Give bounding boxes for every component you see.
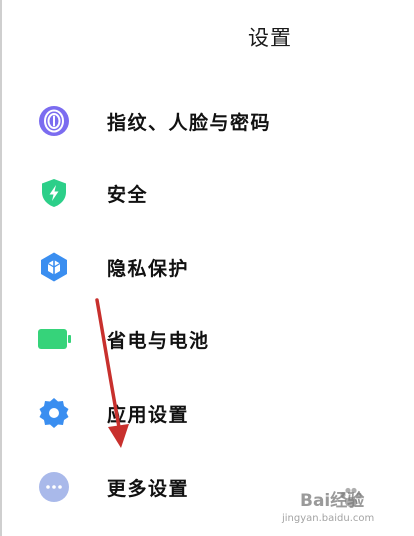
header: 设置	[0, 0, 414, 66]
settings-item-label: 更多设置	[107, 478, 190, 500]
shield-bolt-icon	[38, 177, 70, 209]
battery-icon	[38, 323, 71, 355]
settings-item-privacy[interactable]: 隐私保护	[0, 230, 414, 300]
settings-item-battery[interactable]: 省电与电池	[0, 302, 414, 372]
settings-item-fingerprint-face-password[interactable]: 指纹、人脸与密码	[0, 84, 414, 154]
settings-item-label: 指纹、人脸与密码	[107, 112, 272, 134]
gear-icon	[38, 397, 70, 429]
settings-screen: 设置 指纹、人脸与密码 安全 隐私保护 省电与电池 应用设置 更多设置 Bai经…	[0, 0, 414, 536]
settings-item-label: 隐私保护	[107, 258, 190, 280]
more-dots-icon	[38, 471, 70, 503]
settings-item-security[interactable]: 安全	[0, 156, 414, 226]
baidu-jingyan-watermark: Bai经验 jingyan.baidu.com	[272, 486, 404, 530]
page-title: 设置	[248, 26, 292, 50]
settings-item-label: 省电与电池	[107, 330, 210, 352]
fingerprint-icon	[38, 105, 70, 137]
watermark-main-text: Bai经验	[300, 491, 365, 511]
settings-item-app-settings[interactable]: 应用设置	[0, 376, 414, 446]
settings-item-label: 安全	[107, 184, 149, 206]
privacy-cube-icon	[38, 251, 70, 283]
settings-item-label: 应用设置	[107, 404, 190, 426]
watermark-sub-text: jingyan.baidu.com	[282, 513, 375, 524]
